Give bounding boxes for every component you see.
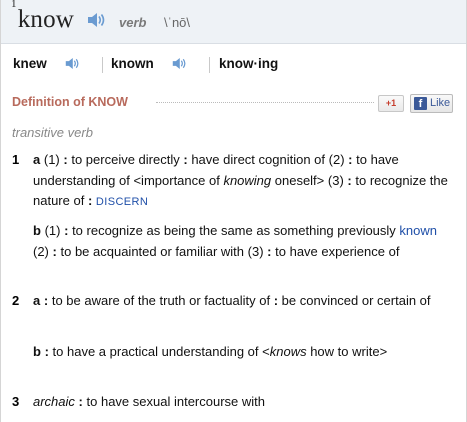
headword: 1know bbox=[11, 0, 74, 34]
sense-1b: b (1) : to recognize as being the same a… bbox=[33, 223, 437, 259]
homograph-number: 1 bbox=[11, 0, 17, 10]
divider bbox=[209, 57, 210, 73]
inflection-past: knew bbox=[13, 56, 47, 71]
cross-reference-link[interactable]: DISCERN bbox=[96, 196, 148, 208]
facebook-icon: f bbox=[414, 97, 427, 110]
inflection-audio-icon[interactable] bbox=[65, 57, 79, 70]
known-link[interactable]: known bbox=[399, 223, 437, 238]
definition-header: Definition of KNOW bbox=[12, 95, 128, 109]
entry-header: 1know verb \ˈnō\ bbox=[1, 0, 466, 44]
pronunciation-audio-icon[interactable] bbox=[87, 12, 105, 28]
sense-number: 2 bbox=[12, 293, 20, 308]
usage-label: archaic bbox=[33, 394, 75, 409]
inflection-audio-icon[interactable] bbox=[172, 57, 186, 70]
sense-1a: a (1) : to perceive directly : have dire… bbox=[33, 152, 448, 208]
inflection-present-participle: know·ing bbox=[219, 56, 279, 71]
divider bbox=[102, 57, 103, 73]
google-plus-button[interactable]: +1 bbox=[378, 95, 404, 112]
pronunciation: \ˈnō\ bbox=[164, 15, 191, 30]
sense-3: archaic : to have sexual intercourse wit… bbox=[33, 394, 265, 409]
sense-2a: a : to be aware of the truth or factuali… bbox=[33, 293, 431, 308]
sense-number: 3 bbox=[12, 394, 20, 409]
inflections-row: knew known know·ing bbox=[0, 55, 467, 75]
sense-number: 1 bbox=[12, 152, 20, 167]
dotted-divider bbox=[156, 102, 374, 103]
sense-2b: b : to have a practical understanding of… bbox=[33, 344, 388, 359]
inflection-past-participle: known bbox=[111, 56, 154, 71]
facebook-like-button[interactable]: f Like bbox=[410, 94, 453, 113]
part-of-speech: verb bbox=[119, 15, 147, 30]
verb-transitivity: transitive verb bbox=[12, 125, 93, 140]
